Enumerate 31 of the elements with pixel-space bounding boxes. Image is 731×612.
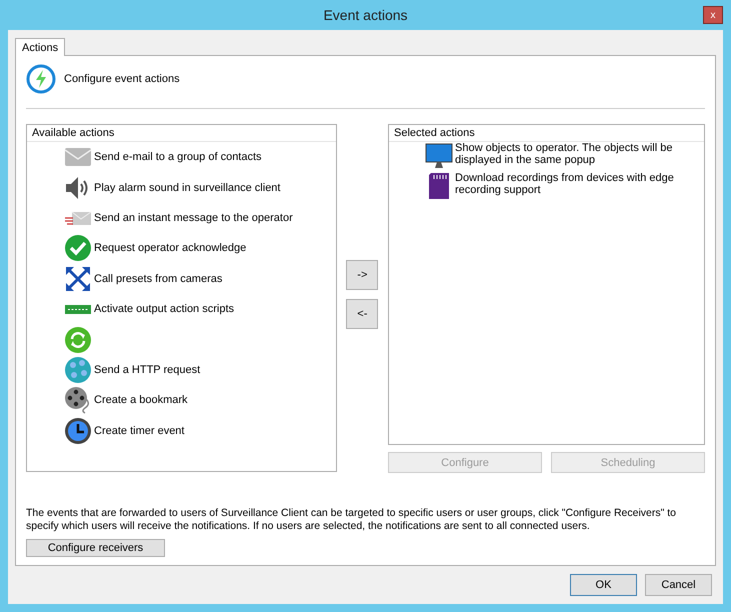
action-label: Request operator acknowledge <box>94 242 246 254</box>
move-button[interactable]: <- <box>346 299 378 329</box>
clock-icon <box>64 416 92 445</box>
tab[interactable]: Actions <box>15 38 66 56</box>
list-header: Available actions <box>27 125 336 142</box>
action-label: Play alarm sound in surveillance client <box>94 182 280 194</box>
dialog-button[interactable]: Cancel <box>645 574 712 596</box>
refresh-icon <box>64 326 92 354</box>
move-button[interactable]: -> <box>346 260 378 290</box>
configure-receivers-button[interactable]: Configure receivers <box>26 539 165 557</box>
window-title: Event actions <box>323 7 408 23</box>
action-label: Send an instant message to the operator <box>94 212 293 224</box>
action-label: Send e-mail to a group of contacts <box>94 151 262 164</box>
action-label: Create timer event <box>94 424 184 437</box>
action-label: Create a bookmark <box>94 394 188 406</box>
action-label: Activate output action scripts <box>94 303 234 316</box>
action-label: Show objects to operator. The objects will be displayed in the same popup <box>455 142 674 166</box>
output-strip-icon <box>65 304 91 314</box>
header-title: Configure event actions <box>64 73 180 85</box>
film-reel-icon <box>64 386 92 414</box>
expand-arrows-icon <box>64 264 92 293</box>
action-label: Download recordings from devices with edge recording support <box>455 172 675 196</box>
info-text: The events that are forwarded to users of Surveillance Client can be targeted to specific users or user groups, click "Configure Receivers" to specify which users will receive the notifications. If no users are selected, the notifications are sent to all connected users. <box>26 507 678 533</box>
close-button[interactable]: x <box>703 6 723 24</box>
lightning-icon <box>26 64 56 94</box>
action-label: Send a HTTP request <box>94 364 200 376</box>
monitor-icon <box>425 142 453 170</box>
list-header: Selected actions <box>389 125 704 142</box>
dialog-button[interactable]: OK <box>570 574 637 596</box>
checkmark-icon <box>64 234 92 262</box>
action-label: Call presets from cameras <box>94 272 222 285</box>
